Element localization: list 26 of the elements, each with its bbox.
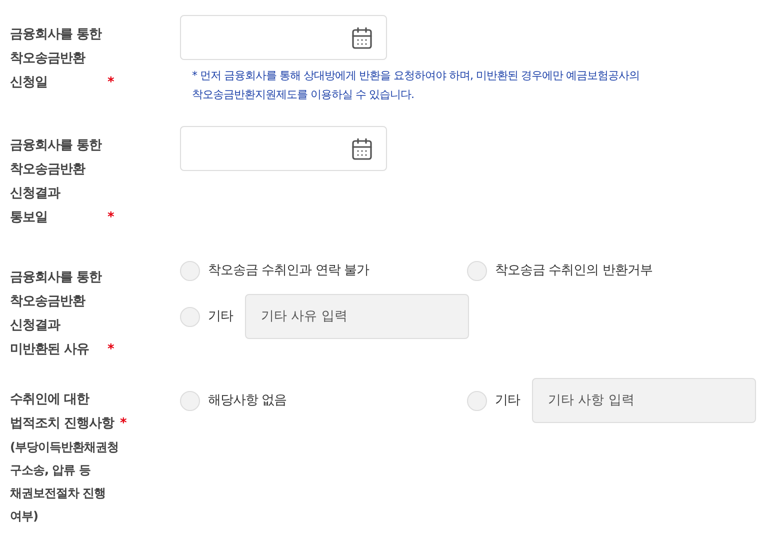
option-label[interactable]: 착오송금 수취인의 반환거부 [495,261,652,281]
text-field[interactable]: 기타 사항 입력 [532,378,756,423]
radio-button[interactable] [180,261,200,281]
radio-button[interactable] [180,390,200,410]
text-field[interactable]: 기타 사유 입력 [245,294,469,339]
field-label: 금융회사를 통한 착오송금반환 신청결과 미반환된 사유 [10,269,102,359]
field-label: 금융회사를 통한 착오송금반환 신청일 [10,26,102,92]
option-label[interactable]: 기타 [495,390,520,410]
date-field[interactable] [180,126,387,171]
date-field[interactable] [180,15,387,60]
radio-button[interactable] [180,306,200,326]
option-label[interactable]: 기타 [208,306,233,326]
option-label[interactable]: 해당사항 없음 [208,390,287,410]
required-mark: * [108,209,114,227]
radio-button[interactable] [467,390,487,410]
radio-button[interactable] [467,261,487,281]
required-mark: * [108,341,114,359]
calendar-icon[interactable] [350,26,374,50]
calendar-icon[interactable] [350,136,374,160]
note-text: * 먼저 금융회사를 통해 상대방에게 반환을 요청하여야 하며, 미반환된 경우에만 예금보험공사의 착오송금반환지원제도를 이용하실 수 있습니다. [192,68,640,103]
field-label: 수취인에 대한 법적조치 진행사항 [10,391,114,433]
required-mark: * [120,415,127,433]
field-label: 금융회사를 통한 착오송금반환 신청결과 통보일 [10,137,102,227]
field-sublabel: (부당이득반환채권청 구소송, 압류 등 채권보전절차 진행 여부) [10,439,120,525]
required-mark: * [108,74,114,92]
option-label[interactable]: 착오송금 수취인과 연락 불가 [208,261,369,281]
